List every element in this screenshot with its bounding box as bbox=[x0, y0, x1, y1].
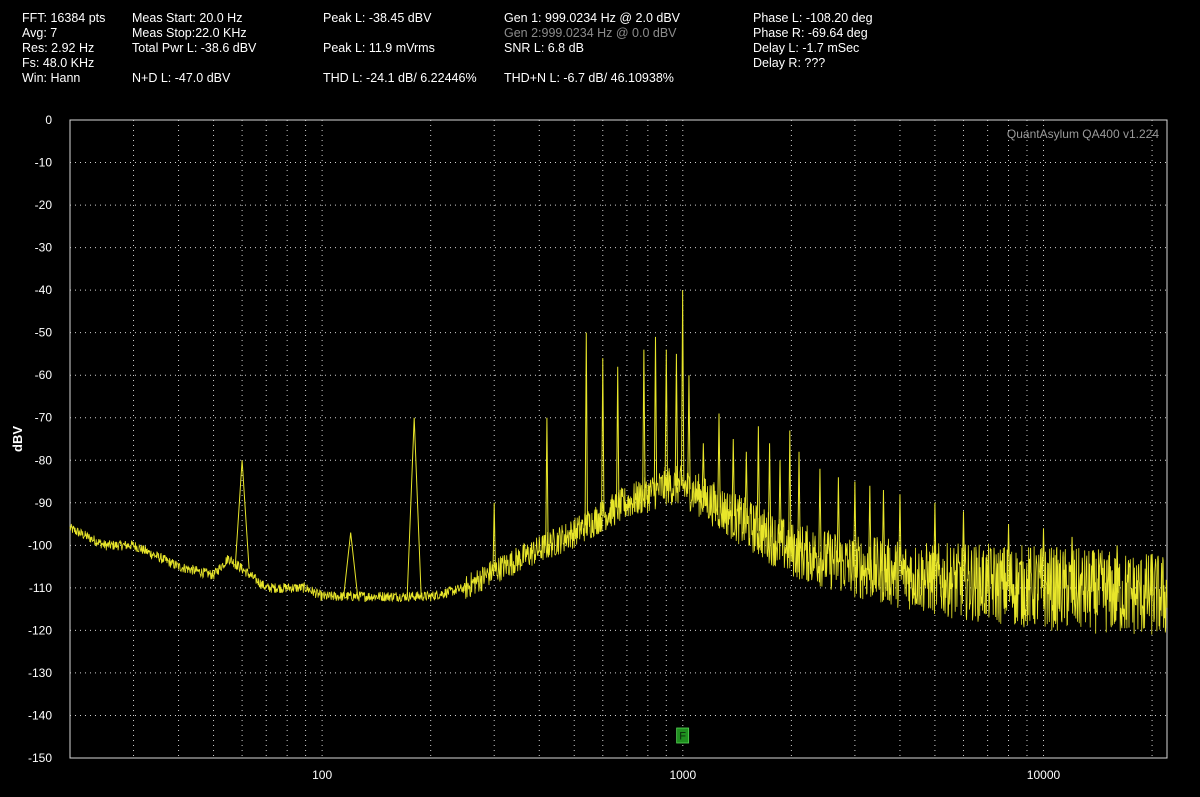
y-tick-label: -90 bbox=[35, 496, 53, 510]
sample-rate-readout: Fs: 48.0 KHz bbox=[22, 56, 95, 70]
y-tick-label: -120 bbox=[28, 623, 52, 637]
window-readout: Win: Hann bbox=[22, 71, 81, 85]
x-tick-label: 1000 bbox=[669, 768, 696, 782]
y-tick-label: -70 bbox=[35, 411, 53, 425]
peak-vrms-readout: Peak L: 11.9 mVrms bbox=[323, 41, 435, 55]
phase-l-readout: Phase L: -108.20 deg bbox=[753, 11, 873, 25]
harmonic-peak bbox=[717, 413, 721, 508]
meas-stop-readout: Meas Stop:22.0 KHz bbox=[132, 26, 247, 40]
thd-readout: THD L: -24.1 dB/ 6.22446% bbox=[323, 71, 477, 85]
y-tick-label: -50 bbox=[35, 326, 53, 340]
y-tick-label: -110 bbox=[29, 581, 52, 595]
harmonic-peak bbox=[853, 481, 857, 567]
harmonic-peaks bbox=[234, 290, 1154, 597]
y-tick-label: -60 bbox=[35, 368, 53, 382]
y-tick-label: -10 bbox=[35, 156, 53, 170]
harmonic-peak bbox=[767, 443, 772, 538]
y-tick-label: -40 bbox=[35, 283, 53, 297]
snr-readout: SNR L: 6.8 dB bbox=[504, 41, 584, 55]
resolution-readout: Res: 2.92 Hz bbox=[22, 41, 95, 55]
harmonic-peak bbox=[653, 336, 658, 491]
measurement-readout-panel: FFT: 16384 pts Avg: 7 Res: 2.92 Hz Fs: 4… bbox=[0, 0, 1200, 110]
harmonic-peak bbox=[616, 366, 620, 508]
harmonic-peak bbox=[601, 358, 605, 516]
harmonic-peak bbox=[584, 332, 588, 526]
harmonic-peak bbox=[756, 426, 761, 531]
harmonic-peak bbox=[818, 468, 822, 558]
harmonic-peak bbox=[778, 460, 782, 544]
harmonic-peak bbox=[687, 375, 691, 490]
phase-r-readout: Phase R: -69.64 deg bbox=[753, 26, 868, 40]
thd-n-readout: THD+N L: -6.7 dB/ 46.10938% bbox=[504, 71, 674, 85]
spectrum-chart[interactable]: 0 -10 -20 -30 -40 -50 -60 -70 -80 -90 -100 -110 -120… bbox=[0, 100, 1200, 792]
y-tick-label: -130 bbox=[28, 666, 52, 680]
meas-start-readout: Meas Start: 20.0 Hz bbox=[132, 11, 243, 25]
delay-r-readout: Delay R: ??? bbox=[753, 56, 826, 70]
total-power-readout: Total Pwr L: -38.6 dBV bbox=[132, 41, 257, 55]
harmonic-peak bbox=[406, 417, 422, 597]
watermark-label: QuantAsylum QA400 v1.224 bbox=[1007, 127, 1159, 141]
y-tick-label: -30 bbox=[35, 241, 53, 255]
x-tick-label: 10000 bbox=[1027, 768, 1061, 782]
harmonic-peak bbox=[343, 532, 359, 597]
y-axis-ticks: 0 -10 -20 -30 -40 -50 -60 -70 -80 -90 -100 -110 -120… bbox=[28, 113, 52, 765]
y-tick-label: -80 bbox=[35, 453, 53, 467]
harmonic-peak bbox=[788, 430, 792, 549]
delay-l-readout: Delay L: -1.7 mSec bbox=[753, 41, 860, 55]
marker-label: F bbox=[679, 731, 686, 743]
gen2-readout: Gen 2:999.0234 Hz @ 0.0 dBV bbox=[504, 26, 677, 40]
fft-size-readout: FFT: 16384 pts bbox=[22, 11, 106, 25]
harmonic-peak bbox=[680, 290, 685, 486]
y-tick-label: -140 bbox=[28, 708, 52, 722]
harmonic-peak bbox=[1041, 528, 1046, 588]
harmonic-peak bbox=[731, 438, 735, 517]
y-tick-label: -20 bbox=[35, 198, 53, 212]
y-tick-label: -100 bbox=[28, 538, 52, 552]
peak-dbv-readout: Peak L: -38.45 dBV bbox=[323, 11, 432, 25]
harmonic-peak bbox=[642, 349, 646, 496]
y-tick-label: -150 bbox=[28, 751, 52, 765]
harmonic-peak bbox=[234, 460, 250, 569]
frequency-marker[interactable]: F bbox=[676, 727, 690, 744]
x-tick-label: 100 bbox=[312, 768, 332, 782]
harmonic-peak bbox=[836, 477, 841, 563]
noise-distortion-readout: N+D L: -47.0 dBV bbox=[132, 71, 231, 85]
y-tick-label: 0 bbox=[45, 113, 52, 127]
harmonic-peak bbox=[881, 490, 886, 572]
gen1-readout: Gen 1: 999.0234 Hz @ 2.0 dBV bbox=[504, 11, 680, 25]
spectrum-plot-area[interactable]: 0 -10 -20 -30 -40 -50 -60 -70 -80 -90 -100 -110 -120… bbox=[0, 100, 1200, 792]
y-axis-label: dBV bbox=[10, 426, 25, 452]
averages-readout: Avg: 7 bbox=[22, 26, 58, 40]
x-axis-ticks: 100 1000 10000 bbox=[312, 768, 1060, 782]
harmonic-peak bbox=[545, 417, 549, 546]
